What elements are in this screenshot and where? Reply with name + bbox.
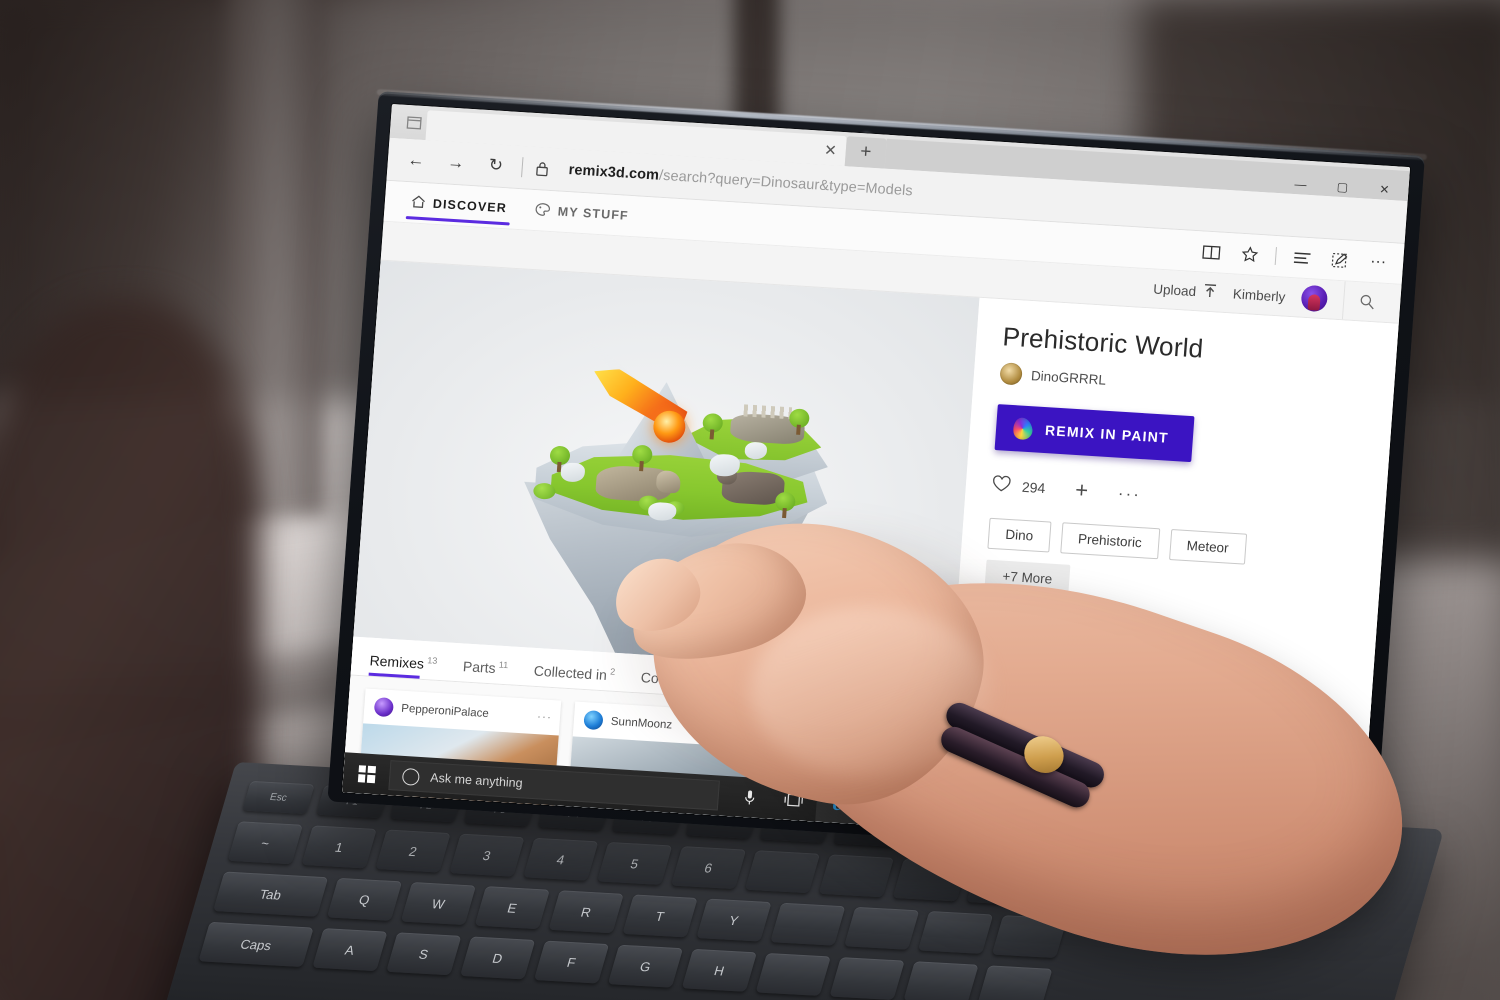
divider bbox=[521, 157, 524, 178]
key[interactable]: 2 bbox=[375, 829, 451, 873]
key[interactable]: 3 bbox=[449, 833, 525, 877]
tab-discover[interactable]: DISCOVER bbox=[396, 182, 523, 230]
window-restore-icon[interactable] bbox=[400, 109, 428, 137]
cortana-circle-icon bbox=[401, 767, 420, 786]
hub-icon[interactable] bbox=[1284, 240, 1320, 276]
author-avatar bbox=[999, 362, 1023, 386]
forward-button[interactable]: → bbox=[435, 145, 477, 181]
close-icon[interactable]: ✕ bbox=[824, 141, 838, 159]
tab-parts-label: Parts bbox=[462, 658, 497, 677]
key[interactable]: Caps bbox=[198, 921, 314, 968]
user-hand bbox=[600, 430, 1447, 1000]
key[interactable]: Q bbox=[326, 877, 403, 921]
card-more-icon[interactable]: ··· bbox=[537, 709, 553, 724]
tab-discover-label: DISCOVER bbox=[432, 196, 508, 216]
tab-remixes[interactable]: Remixes 13 bbox=[369, 652, 438, 680]
divider bbox=[1274, 247, 1277, 266]
upload-label: Upload bbox=[1152, 281, 1197, 299]
key[interactable]: 1 bbox=[301, 825, 377, 869]
key[interactable]: F bbox=[533, 940, 610, 984]
new-tab-button[interactable]: + bbox=[844, 136, 887, 169]
tab-remixes-count: 13 bbox=[426, 655, 438, 667]
close-button[interactable]: ✕ bbox=[1364, 176, 1406, 202]
tab-remixes-label: Remixes bbox=[369, 652, 425, 673]
start-button[interactable] bbox=[342, 752, 391, 795]
key[interactable]: 4 bbox=[523, 837, 599, 881]
key[interactable]: Esc bbox=[242, 780, 315, 814]
upload-button[interactable]: Upload bbox=[1153, 280, 1218, 302]
avatar[interactable] bbox=[1300, 284, 1329, 313]
favorites-star-icon[interactable] bbox=[1231, 236, 1267, 272]
search-icon[interactable] bbox=[1341, 281, 1392, 323]
tab-parts[interactable]: Parts 11 bbox=[462, 658, 509, 684]
key[interactable]: Tab bbox=[213, 871, 329, 917]
card-author-name: PepperoniPalace bbox=[400, 702, 490, 720]
key[interactable]: ~ bbox=[227, 821, 303, 865]
author-name[interactable]: DinoGRRRL bbox=[1031, 368, 1107, 388]
upload-arrow-icon bbox=[1203, 283, 1217, 302]
maximize-button[interactable]: ▢ bbox=[1322, 174, 1364, 200]
tab-my-stuff-label: MY STUFF bbox=[557, 204, 630, 223]
windows-logo-icon bbox=[357, 764, 376, 783]
key[interactable]: A bbox=[312, 928, 388, 972]
key[interactable]: D bbox=[460, 936, 536, 980]
scene: Esc F1 F2 F3 F4 F5 F6 ~ 1 2 3 4 5 6 bbox=[0, 0, 1500, 1000]
refresh-button[interactable]: ↻ bbox=[475, 147, 517, 183]
more-icon[interactable]: ··· bbox=[1360, 244, 1396, 280]
tab-parts-count: 11 bbox=[498, 660, 509, 671]
search-placeholder: Ask me anything bbox=[429, 770, 524, 791]
url-domain: remix3d.com bbox=[568, 162, 660, 184]
palette-icon bbox=[534, 202, 551, 220]
key[interactable]: E bbox=[474, 886, 550, 930]
key[interactable]: W bbox=[400, 882, 477, 926]
avatar bbox=[373, 697, 395, 718]
lock-icon bbox=[528, 160, 555, 177]
home-icon bbox=[410, 194, 426, 212]
web-note-icon[interactable] bbox=[1322, 242, 1358, 278]
tab-my-stuff[interactable]: MY STUFF bbox=[519, 189, 644, 236]
minimize-button[interactable]: — bbox=[1280, 171, 1322, 197]
url-path: /search?query=Dinosaur&type=Models bbox=[658, 167, 914, 200]
key[interactable]: S bbox=[386, 932, 462, 976]
back-button[interactable]: ← bbox=[395, 142, 437, 178]
account-name[interactable]: Kimberly bbox=[1232, 286, 1286, 304]
reading-view-icon[interactable] bbox=[1193, 234, 1229, 270]
